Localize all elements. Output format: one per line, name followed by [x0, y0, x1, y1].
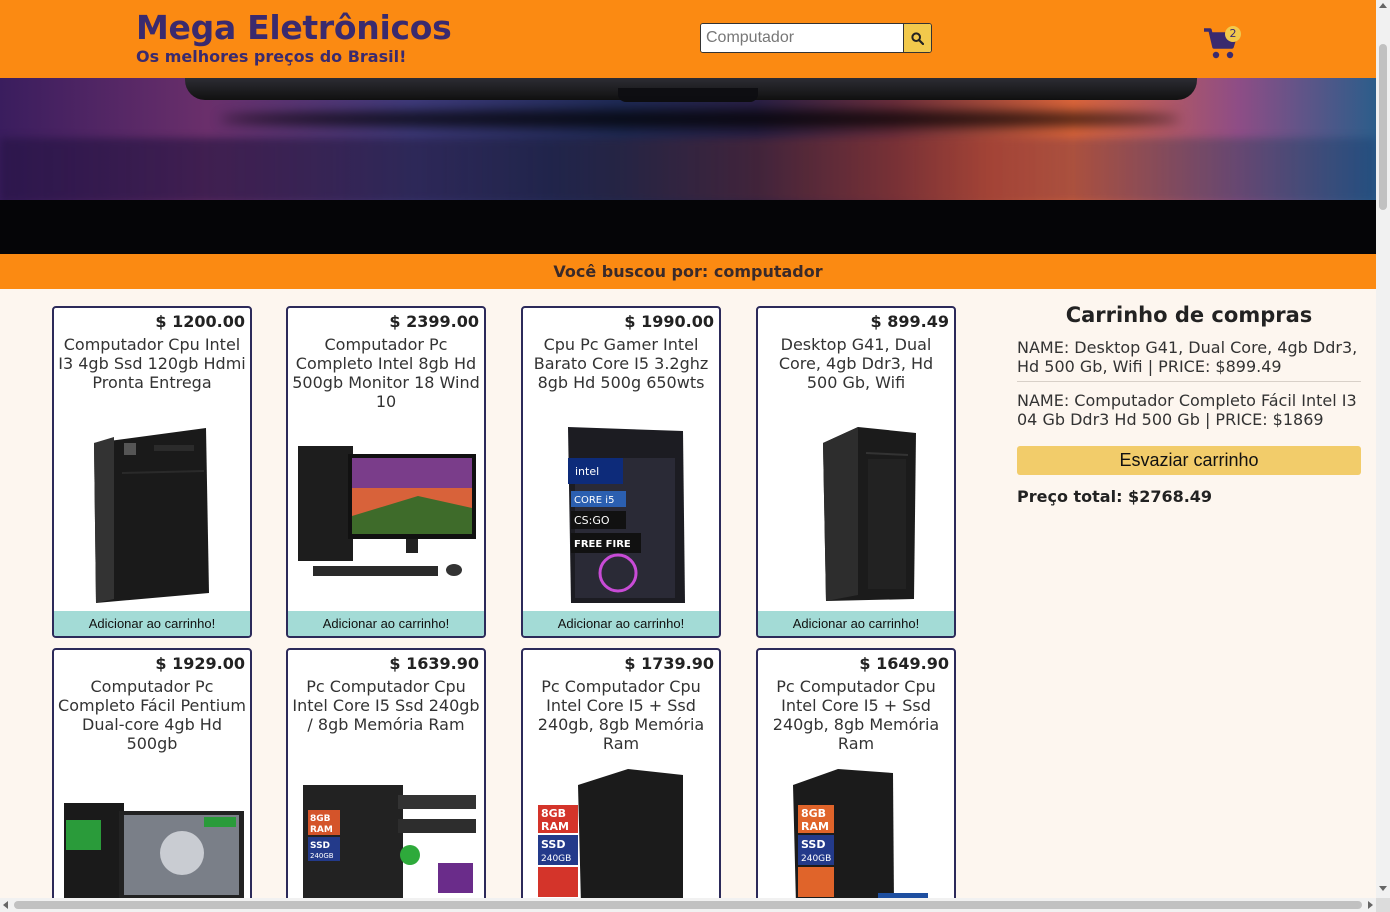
search-box: [700, 23, 932, 53]
site-header: Mega Eletrônicos Os melhores preços do B…: [0, 0, 1376, 78]
add-to-cart-button[interactable]: Adicionar ao carrinho!: [523, 611, 719, 636]
product-price: $ 1639.90: [389, 654, 479, 673]
cart-title: Carrinho de compras: [1065, 303, 1313, 327]
tower-with-parts-image: 8GB RAM SSD 240GB: [288, 775, 484, 900]
scroll-up-icon[interactable]: [1379, 3, 1387, 8]
cart-count-badge: 2: [1225, 26, 1241, 42]
search-icon: [911, 31, 924, 45]
product-price: $ 1990.00: [624, 312, 714, 331]
hero-shadow: [220, 110, 1180, 128]
pc-with-monitor-image: [54, 795, 250, 905]
svg-text:intel: intel: [575, 465, 599, 478]
svg-text:8GB: 8GB: [801, 807, 826, 820]
product-title: Pc Computador Cpu Intel Core I5 Ssd 240g…: [292, 677, 480, 734]
cart-panel: Carrinho de compras NAME: Desktop G41, D…: [1017, 300, 1361, 506]
tower-pc-image: 8GB RAM SSD 240GB: [758, 765, 954, 905]
svg-text:SSD: SSD: [310, 841, 330, 851]
svg-text:RAM: RAM: [541, 820, 569, 833]
page: Mega Eletrônicos Os melhores preços do B…: [0, 0, 1390, 912]
product-title: Desktop G41, Dual Core, 4gb Ddr3, Hd 500…: [778, 335, 934, 392]
product-title: Computador Pc Completo Fácil Pentium Dua…: [58, 677, 246, 753]
search-result-label: Você buscou por: computador: [0, 254, 1376, 289]
scroll-right-icon[interactable]: [1368, 901, 1373, 909]
tower-pc-image: 8GB RAM SSD 240GB: [523, 765, 719, 905]
svg-text:SSD: SSD: [801, 838, 825, 851]
svg-text:FREE FIRE: FREE FIRE: [574, 539, 631, 550]
product-card: $ 1739.90 Pc Computador Cpu Intel Core I…: [521, 648, 721, 912]
cart-total: Preço total: $2768.49: [1017, 487, 1213, 506]
product-card: $ 1649.90 Pc Computador Cpu Intel Core I…: [756, 648, 956, 912]
product-price: $ 2399.00: [389, 312, 479, 331]
product-price: $ 899.49: [870, 312, 949, 331]
svg-text:SSD: SSD: [541, 838, 565, 851]
vertical-scrollbar[interactable]: [1376, 0, 1390, 898]
hero-floor: [0, 200, 1376, 254]
svg-text:8GB: 8GB: [310, 814, 331, 824]
gamer-tower-image: intel CORE i5 CS:GO FREE FIRE: [523, 423, 719, 608]
product-title: Pc Computador Cpu Intel Core I5 + Ssd 24…: [772, 677, 940, 753]
svg-text:240GB: 240GB: [541, 854, 571, 864]
brand-title[interactable]: Mega Eletrônicos: [136, 8, 452, 47]
hero-banner: [0, 78, 1376, 254]
horizontal-scroll-thumb[interactable]: [14, 901, 1362, 909]
tower-pc-image: [758, 423, 954, 608]
search-button[interactable]: [903, 24, 931, 52]
scroll-down-icon[interactable]: [1379, 886, 1387, 891]
product-card: $ 2399.00 Computador Pc Completo Intel 8…: [286, 306, 486, 638]
hero-glow: [0, 138, 1376, 202]
empty-cart-button[interactable]: Esvaziar carrinho: [1017, 446, 1361, 475]
product-card: $ 1200.00 Computador Cpu Intel I3 4gb Ss…: [52, 306, 252, 638]
add-to-cart-button[interactable]: Adicionar ao carrinho!: [54, 611, 250, 636]
product-card: $ 1639.90 Pc Computador Cpu Intel Core I…: [286, 648, 486, 912]
svg-text:RAM: RAM: [310, 825, 333, 835]
product-price: $ 1739.90: [624, 654, 714, 673]
product-card: $ 1990.00 Cpu Pc Gamer Intel Barato Core…: [521, 306, 721, 638]
product-title: Pc Computador Cpu Intel Core I5 + Ssd 24…: [537, 677, 705, 753]
scroll-left-icon[interactable]: [3, 901, 8, 909]
scrollbar-corner: [1376, 898, 1390, 912]
product-card: $ 1929.00 Computador Pc Completo Fácil P…: [52, 648, 252, 912]
product-card: $ 899.49 Desktop G41, Dual Core, 4gb Ddr…: [756, 306, 956, 638]
product-title: Computador Pc Completo Intel 8gb Hd 500g…: [292, 335, 480, 411]
product-price: $ 1649.90: [859, 654, 949, 673]
product-title: Computador Cpu Intel I3 4gb Ssd 120gb Hd…: [58, 335, 246, 392]
brand-subtitle: Os melhores preços do Brasil!: [136, 47, 407, 66]
svg-text:CS:GO: CS:GO: [574, 514, 610, 527]
svg-text:240GB: 240GB: [310, 852, 334, 860]
product-title: Cpu Pc Gamer Intel Barato Core I5 3.2ghz…: [533, 335, 709, 392]
product-price: $ 1929.00: [155, 654, 245, 673]
vertical-scroll-thumb[interactable]: [1379, 44, 1387, 210]
product-price: $ 1200.00: [155, 312, 245, 331]
svg-text:240GB: 240GB: [801, 854, 831, 864]
search-input[interactable]: [701, 24, 903, 52]
pc-with-monitor-image: [288, 436, 484, 608]
svg-text:8GB: 8GB: [541, 807, 566, 820]
cart-item: NAME: Computador Completo Fácil Intel I3…: [1017, 391, 1357, 429]
hero-laptop-notch: [618, 88, 758, 102]
tower-pc-image: [54, 423, 250, 608]
svg-text:RAM: RAM: [801, 820, 829, 833]
add-to-cart-button[interactable]: Adicionar ao carrinho!: [758, 611, 954, 636]
cart-item: NAME: Desktop G41, Dual Core, 4gb Ddr3, …: [1017, 330, 1361, 382]
horizontal-scrollbar[interactable]: [0, 898, 1376, 912]
add-to-cart-button[interactable]: Adicionar ao carrinho!: [288, 611, 484, 636]
svg-text:CORE i5: CORE i5: [574, 495, 614, 506]
